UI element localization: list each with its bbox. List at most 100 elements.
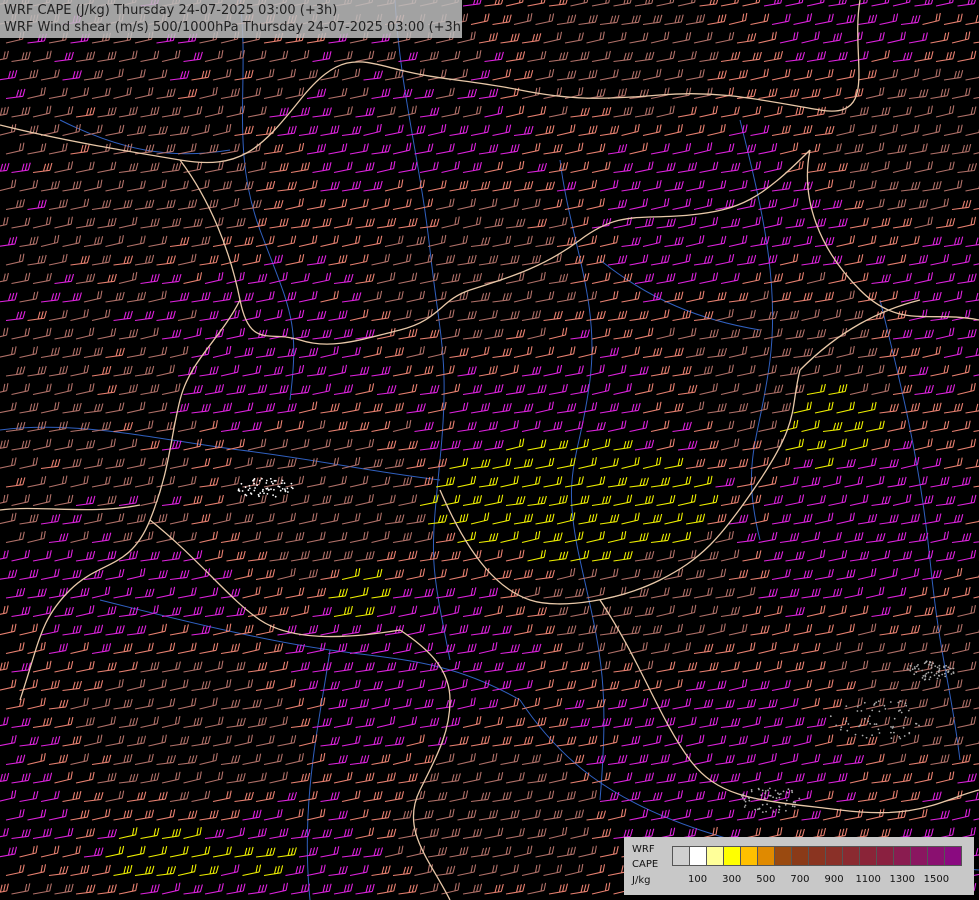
cape-dot [943,665,945,668]
cape-dot [869,722,871,725]
cape-dot [893,717,896,720]
cape-dot [743,806,746,808]
map-background [0,0,979,900]
cape-dot [785,799,788,802]
cape-dot [903,735,906,737]
cape-dot [253,482,256,485]
cape-dot [772,796,774,799]
legend-label-wrf: WRF [632,844,655,855]
cape-dot [265,479,268,482]
cape-dot [899,700,902,702]
cape-dot [864,717,866,720]
cape-dot [915,671,918,673]
legend-swatch [860,847,877,865]
cape-dot [761,789,764,792]
cape-dot [927,671,930,674]
cape-dot [938,669,941,672]
cape-dot [792,801,795,804]
forecast-map [0,0,979,900]
cape-dot [253,478,256,480]
cape-dot [258,495,260,498]
cape-dot [258,479,261,482]
cape-dot [774,789,777,792]
cape-dot [241,490,244,492]
cape-dot [867,720,869,723]
cape-dot [945,669,948,672]
legend-swatch [843,847,860,865]
cape-dot [913,673,916,676]
cape-dot [286,487,289,490]
cape-dot [925,672,928,675]
cape-dot [929,676,932,679]
cape-dot [750,790,753,793]
cape-dot [875,723,878,726]
cape-dot [747,796,750,799]
cape-dot [854,733,857,736]
cape-dot [248,484,251,487]
cape-dot [284,490,287,493]
legend-swatch [792,847,809,865]
cape-dot [897,701,900,704]
cape-dot [861,734,864,737]
cape-dot [778,805,781,808]
cape-dot [262,488,264,491]
legend-label-unit: J/kg [632,875,651,886]
legend-swatch [877,847,894,865]
cape-dot [835,724,838,727]
cape-dot [938,667,941,670]
cape-dot [270,488,272,491]
legend-tick: 900 [824,874,844,885]
cape-dot [280,482,283,485]
cape-dot [753,797,756,800]
cape-dot [261,477,263,480]
cape-dot [890,731,892,734]
cape-dot [742,793,744,796]
map-title-box: WRF CAPE (J/kg) Thursday 24-07-2025 03:0… [0,0,462,38]
cape-dot [924,674,927,677]
cape-dot [256,484,258,487]
cape-dot [283,482,286,485]
legend-ticks: 100 300 500 700 900 1100 1300 1500 [672,874,972,888]
cape-dot [930,664,933,667]
cape-dot [778,796,781,799]
cape-dot [741,796,744,799]
cape-dot [911,668,914,671]
cape-dot [766,803,768,806]
cape-dot [917,668,920,670]
cape-dot [922,675,925,677]
legend-swatch [945,847,961,865]
cape-dot [904,702,907,705]
cape-dot [247,489,250,491]
cape-dot [265,487,268,490]
cape-dot [748,799,751,802]
cape-dot [769,787,771,790]
cape-dot [875,701,878,704]
cape-dot [273,488,275,491]
cape-dot [846,729,849,732]
cape-dot [878,710,881,713]
cape-dot [268,489,270,491]
cape-dot [782,790,785,793]
cape-legend: WRF CAPE J/kg 100 300 500 700 900 1100 1300 150… [624,837,974,895]
legend-tick: 700 [790,874,810,885]
cape-dot [877,700,880,702]
cape-dot [859,724,861,727]
cape-dot [935,672,938,675]
cape-dot [909,665,912,667]
cape-dot [934,665,937,667]
cape-dot [764,797,766,800]
cape-dot [890,726,892,728]
legend-tick: 100 [688,874,708,885]
cape-dot [917,664,919,666]
cape-dot [941,673,944,676]
cape-dot [269,477,272,480]
cape-dot [904,716,907,719]
cape-dot [791,791,794,794]
cape-dot [784,803,787,806]
cape-dot [930,666,933,669]
legend-swatch [894,847,911,865]
legend-tick: 1100 [855,874,881,885]
cape-dot [899,709,901,712]
cape-dot [930,671,933,674]
cape-dot [791,805,794,808]
